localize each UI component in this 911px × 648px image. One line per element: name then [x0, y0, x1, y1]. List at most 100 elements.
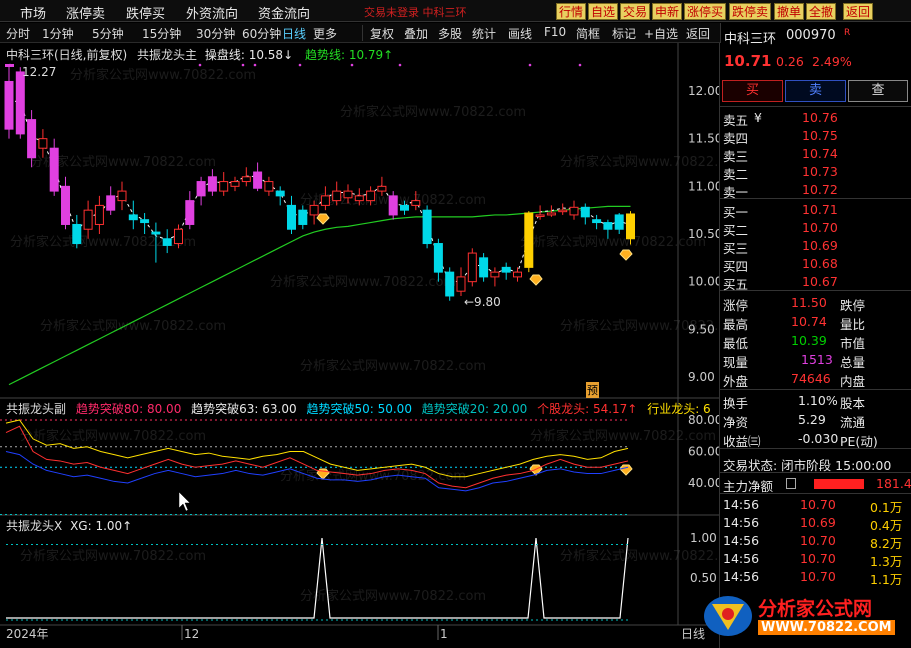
signal-dot	[241, 63, 245, 67]
tool-mark[interactable]: 标记	[612, 25, 636, 42]
ask-price: 10.75	[802, 128, 838, 143]
candle-body	[467, 252, 477, 283]
bid-label: 买五	[723, 277, 749, 292]
tick-price: 10.70	[800, 551, 836, 566]
diamond-icon	[619, 464, 633, 476]
btn-limit-up-buy[interactable]: 涨停买	[684, 3, 727, 20]
sell-button[interactable]: 卖	[785, 80, 846, 102]
btn-trade[interactable]: 交易	[620, 3, 651, 20]
sub1-industry-leader: 行业龙头: 6	[647, 402, 711, 416]
price-axis: 12.00 11.50 11.00 10.50 10.00 9.50 9.00	[688, 84, 719, 384]
sub2-name[interactable]: 共振龙头X	[6, 519, 62, 533]
operation-dashed-line	[8, 100, 631, 283]
menu-capital-flow[interactable]: 资金流向	[258, 3, 310, 22]
tick-volume: 8.2万	[870, 536, 903, 551]
period-5min[interactable]: 5分钟	[92, 25, 124, 42]
net-value: 181.4	[876, 476, 911, 491]
sub1-tick: 60.00	[688, 445, 719, 459]
watermark-text: 分析家公式网www.70822.com	[280, 468, 466, 484]
tool-return[interactable]: 返回	[686, 25, 710, 42]
btn-limit-down-sell[interactable]: 跌停卖	[729, 3, 772, 20]
sub1-name[interactable]: 共振龙头副	[6, 402, 66, 416]
candle-body	[27, 119, 37, 159]
stock-name: 中科三环	[724, 32, 777, 47]
tick-time: 14:56	[723, 569, 760, 584]
ma-line	[8, 205, 631, 386]
indicator-name[interactable]: 共振龙头主	[137, 48, 197, 62]
tool-simple[interactable]: 简框	[576, 25, 600, 42]
candle-body	[207, 176, 217, 192]
buy-button[interactable]: 买	[722, 80, 783, 102]
candle-body	[614, 214, 624, 230]
menu-limit-up-sell[interactable]: 涨停卖	[66, 3, 105, 22]
btn-watchlist[interactable]: 自选	[588, 3, 619, 20]
candle-body	[4, 80, 14, 130]
candle-body	[38, 138, 48, 149]
stat-value: 74646	[791, 371, 831, 386]
ask-label: 卖五	[723, 113, 749, 128]
btn-return[interactable]: 返回	[843, 3, 874, 20]
candle-body	[230, 181, 240, 187]
tool-overlay[interactable]: 叠加	[404, 25, 428, 42]
btn-cancel-all[interactable]: 全撤	[806, 3, 837, 20]
date-tick: 1	[440, 627, 448, 641]
stat-value: 11.50	[791, 295, 827, 310]
btn-cancel[interactable]: 撤单	[774, 3, 805, 20]
candle-body	[196, 181, 206, 197]
candle-body	[569, 206, 579, 216]
candle-body	[174, 228, 183, 245]
ask-label: 卖二	[723, 167, 749, 182]
query-button[interactable]: 查	[848, 80, 908, 102]
stat2-label: 换手	[723, 396, 749, 411]
sub1-val-50: 趋势突破50: 50.00	[306, 402, 412, 416]
tool-draw[interactable]: 画线	[508, 25, 532, 42]
sub1-val-20: 趋势突破20: 20.00	[421, 402, 528, 416]
menu-market[interactable]: 市场	[20, 3, 46, 22]
candle-body	[320, 195, 330, 206]
period-1min[interactable]: 1分钟	[42, 25, 74, 42]
list-icon[interactable]	[786, 478, 796, 489]
chart-area[interactable]: 分析家公式网www.70822.com 分析家公式网www.70822.com 分析…	[0, 43, 719, 648]
candle-body	[388, 195, 398, 216]
operation-line-value: 操盘线: 10.58↓	[204, 48, 294, 62]
candle-body	[535, 214, 545, 217]
menu-limit-down-buy[interactable]: 跌停买	[126, 3, 165, 22]
candle-body	[603, 222, 613, 230]
tool-f10[interactable]: F10	[544, 25, 566, 39]
price-tick: 11.00	[688, 179, 719, 193]
period-30min[interactable]: 30分钟	[196, 25, 235, 42]
period-60min[interactable]: 60分钟	[242, 25, 281, 42]
tick-volume: 0.1万	[870, 500, 903, 515]
candle-body	[592, 219, 602, 224]
ask-price: 10.73	[802, 164, 838, 179]
menu-bar: 市场 涨停卖 跌停买 外资流向 资金流向 交易未登录 中科三环 行情 自选 交易…	[0, 0, 911, 22]
stock-code: 000970	[786, 28, 836, 43]
last-price: 10.71	[724, 52, 772, 70]
btn-ipo[interactable]: 申新	[652, 3, 683, 20]
tool-adjust[interactable]: 复权	[370, 25, 394, 42]
signal-dot	[253, 63, 257, 67]
btn-quote[interactable]: 行情	[556, 3, 587, 20]
tool-stats[interactable]: 统计	[472, 25, 496, 42]
period-15min[interactable]: 15分钟	[142, 25, 181, 42]
candle-body	[298, 209, 308, 225]
stat2-label2: 股本	[840, 396, 866, 411]
tool-add-watch[interactable]: +自选	[644, 25, 678, 42]
tick-time: 14:56	[723, 515, 760, 530]
stat-label: 最低	[723, 336, 749, 351]
candle-body	[15, 71, 25, 135]
sub1-stock-leader: 个股龙头: 54.17↑	[537, 402, 638, 416]
stat2-label2: 流通	[840, 415, 866, 430]
period-tick[interactable]: 分时	[6, 25, 30, 42]
period-daily[interactable]: 日线	[282, 25, 306, 42]
price-tick: 9.50	[688, 322, 715, 336]
logo-url: WWW.70822.COM	[758, 620, 895, 635]
bid-label: 买二	[723, 223, 749, 238]
diamond-icon	[316, 213, 330, 225]
signal-dot	[298, 63, 302, 67]
menu-foreign-flow[interactable]: 外资流向	[186, 3, 238, 22]
bid-price: 10.71	[802, 202, 838, 217]
candle-body	[501, 266, 511, 273]
period-more[interactable]: 更多	[313, 25, 337, 42]
tool-multi[interactable]: 多股	[438, 25, 462, 42]
